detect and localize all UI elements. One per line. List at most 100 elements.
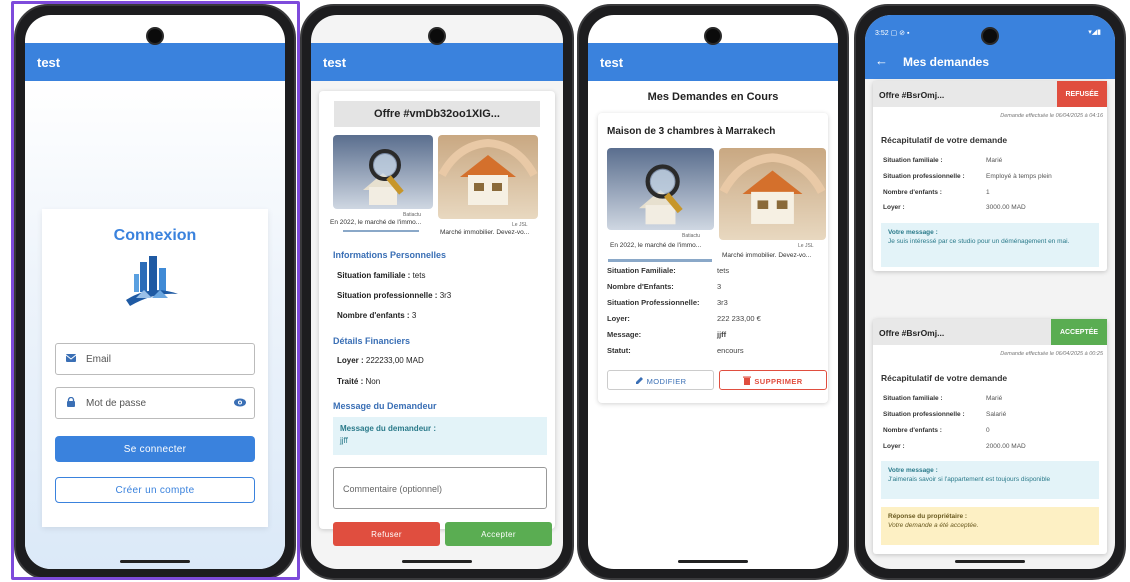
summary-row: Loyer : 3000.00 MAD — [883, 204, 1103, 216]
page-title: Mes Demandes en Cours — [647, 91, 779, 103]
your-message-box: Votre message : Je suis intéressé par ce… — [881, 223, 1099, 267]
info-label: Situation familiale : — [337, 271, 411, 280]
summary-label: Situation familiale : — [883, 157, 943, 164]
news-caption: Marché immobilier. Devez-vo... — [722, 252, 812, 259]
email-field[interactable]: Email — [55, 343, 255, 375]
detail-value: 3r3 — [717, 298, 728, 307]
refuse-button[interactable]: Refuser — [333, 522, 440, 546]
detail-row: Situation Familiale: tets — [607, 266, 822, 280]
summary-value: Marié — [986, 395, 1003, 402]
home-indicator[interactable] — [120, 560, 190, 563]
info-line: Situation professionnelle : 3r3 — [337, 291, 451, 300]
detail-value: jjff — [717, 330, 727, 339]
login-title: Connexion — [113, 227, 197, 244]
detail-value: 3 — [717, 282, 722, 291]
offer-detail-screen: test Offre #vmDb32oo1XIG... Batiactu En … — [311, 15, 563, 569]
my-requests-screen: ← Mes demandes 3:52 ▢ ⊘ ▪ ▾◢▮ Offre #Bsr… — [865, 15, 1115, 569]
house-hands-icon — [438, 138, 538, 205]
summary-value: 3000.00 MAD — [986, 204, 1026, 211]
camera-hole — [428, 27, 446, 45]
info-line: Loyer : 222233,00 MAD — [337, 356, 424, 365]
news-thumbnail[interactable] — [607, 148, 714, 230]
pencil-icon — [635, 377, 643, 384]
property-title: Maison de 3 chambres à Marrakech — [607, 126, 776, 137]
create-account-button[interactable]: Créer un compte — [55, 477, 255, 503]
building-logo-icon — [126, 256, 178, 306]
detail-row: Message: jjff — [607, 330, 822, 344]
detail-label: Loyer: — [607, 314, 630, 323]
summary-value: Employé à temps plein — [986, 173, 1052, 180]
password-field[interactable]: Mot de passe — [55, 387, 255, 419]
magnifier-house-icon — [363, 149, 404, 205]
message-text: Je suis intéressé par ce studio pour un … — [888, 237, 1070, 245]
modify-button[interactable]: MODIFIER — [607, 370, 714, 390]
message-text: J'aimerais savoir si l'appartement est t… — [888, 475, 1051, 483]
back-arrow-icon[interactable]: ← — [875, 53, 888, 68]
news-thumbnail[interactable] — [719, 148, 826, 240]
news-source: Le JSL — [512, 222, 528, 228]
carousel-indicator — [343, 230, 419, 232]
summary-title: Récapitulatif de votre demande — [881, 373, 1008, 383]
info-value: 3 — [411, 311, 417, 320]
email-placeholder: Email — [86, 354, 112, 365]
summary-label: Loyer : — [883, 204, 905, 211]
owner-reply-box: Réponse du propriétaire : Votre demande … — [881, 507, 1099, 545]
detail-label: Message: — [607, 330, 642, 339]
summary-value: 1 — [986, 189, 990, 196]
phone-my-requests: ← Mes demandes 3:52 ▢ ⊘ ▪ ▾◢▮ Offre #Bsr… — [854, 4, 1126, 580]
summary-value: Salarié — [986, 411, 1007, 418]
login-card: Connexion Email Mot de passe Se connecte… — [42, 209, 268, 527]
news-source: Batiactu — [682, 233, 701, 239]
requester-message-box: Message du demandeur : jjff — [333, 417, 547, 455]
detail-label: Statut: — [607, 346, 631, 355]
request-date: Demande effectuée le 06/04/2025 à 00:25 — [1000, 351, 1103, 357]
info-label: Loyer : — [337, 356, 364, 365]
magnifier-house-icon — [639, 164, 683, 225]
summary-value: 2000.00 MAD — [986, 443, 1026, 450]
detail-row: Nombre d'Enfants: 3 — [607, 282, 822, 296]
phone-login: test Connexion Email Mot de passe Se con… — [14, 4, 296, 580]
detail-row: Statut: encours — [607, 346, 822, 360]
app-bar: ← Mes demandes — [865, 15, 1115, 79]
status-bar-time: 3:52 ▢ ⊘ ▪ — [875, 30, 910, 37]
news-thumbnail[interactable] — [333, 135, 433, 209]
summary-title: Récapitulatif de votre demande — [881, 135, 1008, 145]
detail-label: Situation Professionnelle: — [607, 298, 700, 307]
reply-text: Votre demande a été acceptée. — [888, 521, 979, 529]
financial-details-title: Détails Financiers — [333, 336, 411, 346]
news-caption: Marché immobilier. Devez-vo... — [440, 229, 530, 236]
news-caption: En 2022, le marché de l'immo... — [610, 242, 702, 249]
info-label: Situation professionnelle : — [337, 291, 438, 300]
summary-label: Situation professionnelle : — [883, 173, 965, 180]
home-indicator[interactable] — [955, 560, 1025, 563]
request-card: Offre #BsrOmj... ACCEPTÉE Demande effect… — [873, 319, 1107, 554]
app-bar: test — [25, 43, 285, 81]
message-label: Votre message : — [888, 229, 938, 236]
comment-input[interactable]: Commentaire (optionnel) — [333, 467, 547, 509]
summary-row: Loyer : 2000.00 MAD — [883, 443, 1103, 455]
status-badge: ACCEPTÉE — [1051, 319, 1107, 345]
summary-label: Nombre d'enfants : — [883, 189, 942, 196]
page-title: Mes demandes — [903, 55, 990, 69]
request-card: Offre #BsrOmj... REFUSÉE Demande effectu… — [873, 81, 1107, 271]
delete-button[interactable]: SUPPRIMER — [719, 370, 827, 390]
app-bar: test — [588, 43, 838, 81]
info-value: Non — [365, 377, 381, 386]
home-indicator[interactable] — [402, 560, 472, 563]
home-indicator[interactable] — [678, 560, 748, 563]
eye-icon[interactable] — [234, 398, 246, 407]
login-button[interactable]: Se connecter — [55, 436, 255, 462]
camera-hole — [146, 27, 164, 45]
password-placeholder: Mot de passe — [86, 398, 147, 409]
accept-button[interactable]: Accepter — [445, 522, 552, 546]
info-line: Nombre d'enfants : 3 — [337, 311, 416, 320]
app-bar: test — [311, 43, 563, 81]
detail-value: tets — [717, 266, 730, 275]
news-thumbnail[interactable] — [438, 135, 538, 219]
house-hands-icon — [719, 153, 826, 224]
info-line: Situation familiale : tets — [337, 271, 425, 280]
delete-label: SUPPRIMER — [754, 377, 803, 386]
camera-hole — [981, 27, 999, 45]
status-badge: REFUSÉE — [1057, 81, 1107, 107]
info-label: Nombre d'enfants : — [337, 311, 410, 320]
